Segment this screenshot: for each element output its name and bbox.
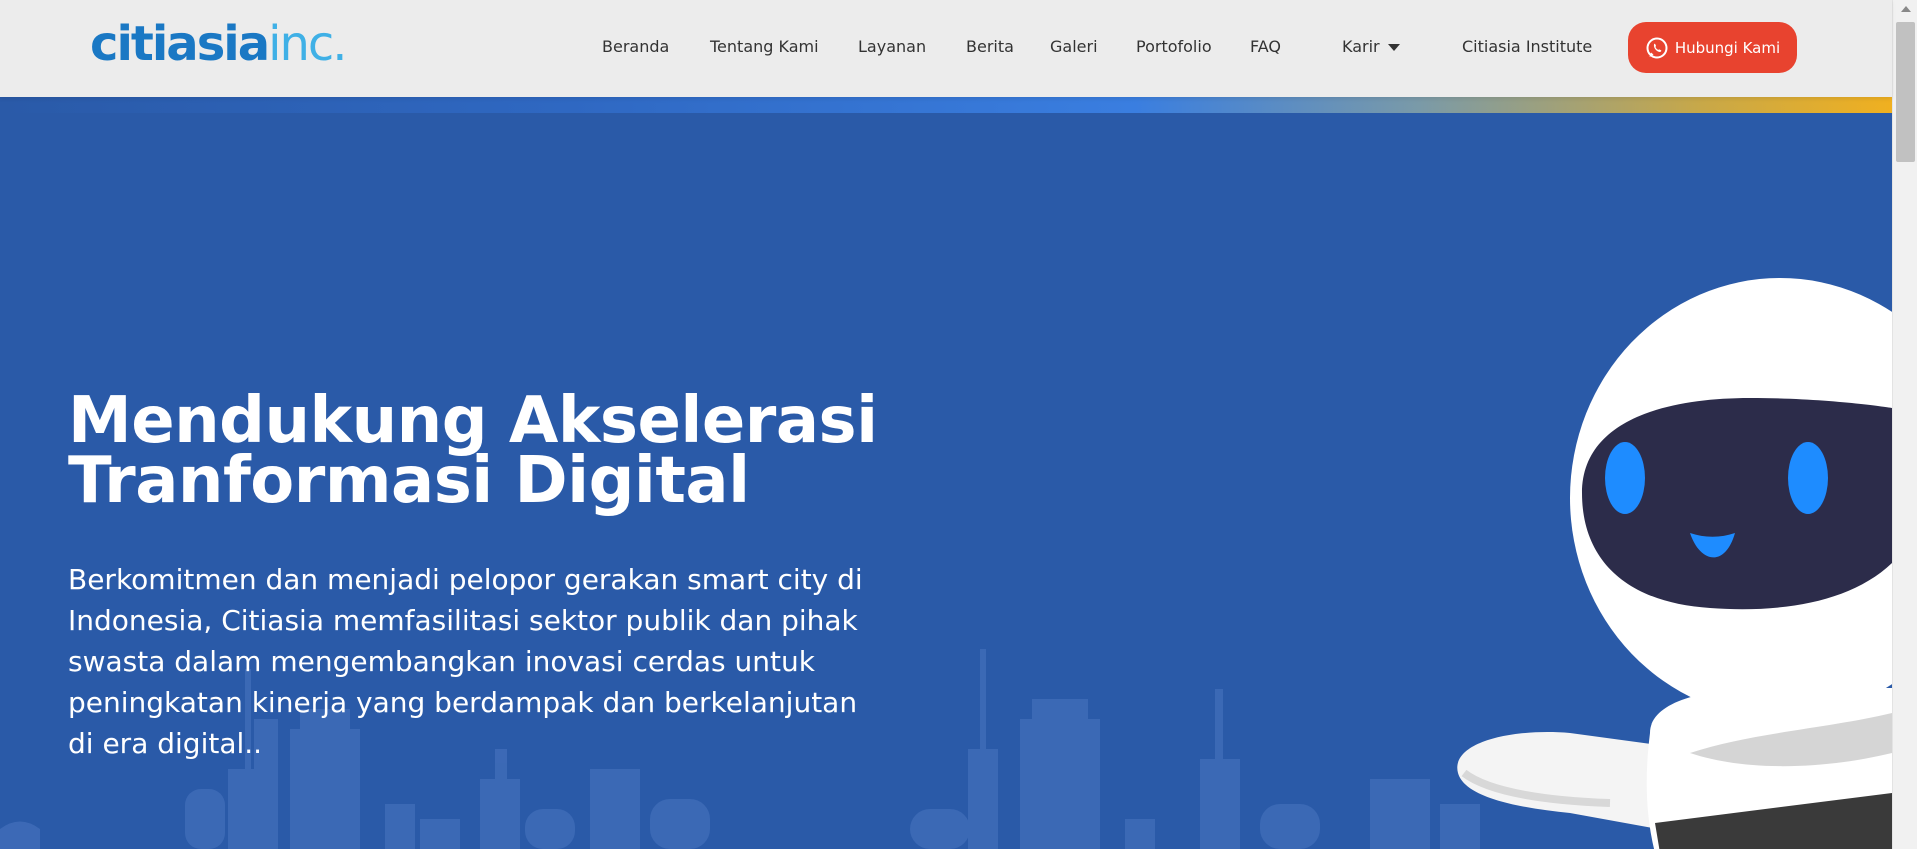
- nav-item-portofolio[interactable]: Portofolio: [1136, 37, 1212, 56]
- nav-item-tentang-kami[interactable]: Tentang Kami: [710, 37, 819, 56]
- gradient-stripe: [0, 97, 1892, 113]
- nav-item-citiasia-institute[interactable]: Citiasia Institute: [1462, 37, 1592, 56]
- hubungi-kami-button[interactable]: Hubungi Kami: [1628, 22, 1797, 73]
- nav-item-karir-label: Karir: [1342, 37, 1380, 56]
- nav-item-galeri[interactable]: Galeri: [1050, 37, 1098, 56]
- nav-item-karir[interactable]: Karir: [1342, 37, 1400, 56]
- hubungi-kami-label: Hubungi Kami: [1674, 38, 1781, 57]
- hero-subtext: Berkomitmen dan menjadi pelopor gerakan …: [68, 563, 863, 760]
- hero-headline: Mendukung Akselerasi Tranformasi Digital: [68, 384, 878, 518]
- nav-item-berita[interactable]: Berita: [966, 37, 1014, 56]
- site-header: citiasiainc. Beranda Tentang Kami Layana…: [0, 0, 1892, 97]
- nav-item-faq[interactable]: FAQ: [1250, 37, 1281, 56]
- nav-item-beranda[interactable]: Beranda: [602, 37, 669, 56]
- scroll-thumb[interactable]: [1896, 22, 1915, 162]
- whatsapp-icon: [1646, 37, 1668, 58]
- logo-text-suffix: inc.: [268, 16, 347, 72]
- nav-item-layanan[interactable]: Layanan: [858, 37, 926, 56]
- logo-text-main: citiasia: [90, 16, 270, 72]
- scroll-up-arrow-icon[interactable]: [1901, 6, 1911, 12]
- hero-section: Mendukung Akselerasi Tranformasi Digital…: [0, 113, 1892, 849]
- page-scrollbar[interactable]: [1892, 0, 1917, 849]
- chevron-down-icon: [1387, 44, 1400, 51]
- robot-mascot-illustration: [1457, 278, 1892, 849]
- citiasia-logo[interactable]: citiasiainc.: [90, 20, 348, 68]
